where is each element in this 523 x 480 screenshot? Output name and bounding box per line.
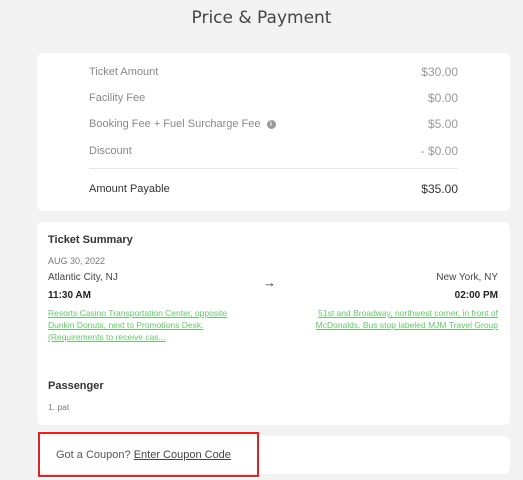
amount-payable-label: Amount Payable [89,183,170,195]
ticket-amount-label: Ticket Amount [89,66,159,78]
amount-payable-value: $35.00 [421,182,458,196]
ticket-amount-row: Ticket Amount $30.00 [89,65,458,79]
amount-payable-row: Amount Payable $35.00 [89,182,458,196]
passenger-title: Passenger [48,380,104,392]
origin-city: Atlantic City, NJ [48,272,118,283]
destination-location-link[interactable]: 51st and Broadway, northwest corner, in … [308,307,498,331]
coupon-question: Got a Coupon? [56,449,131,461]
discount-label: Discount [89,145,132,157]
info-icon[interactable]: i [266,119,276,129]
departure-time: 11:30 AM [48,290,91,301]
page-title: Price & Payment [191,8,332,28]
origin-location-link[interactable]: Resorts Casino Transportation Center, op… [48,307,238,343]
travel-date: AUG 30, 2022 [48,256,106,266]
booking-fee-value: $5.00 [427,117,458,131]
arrow-right-icon: → [263,275,276,290]
ticket-summary-card: Ticket Summary AUG 30, 2022 Atlantic Cit… [37,222,510,425]
booking-fee-label: Booking Fee + Fuel Surcharge Fee [89,118,261,130]
discount-row: Discount - $0.00 [89,144,458,158]
facility-fee-label: Facility Fee [89,92,146,104]
price-card: Ticket Amount $30.00 Facility Fee $0.00 … [37,53,510,211]
booking-fee-row: Booking Fee + Fuel Surcharge Fee i $5.00 [89,117,458,131]
arrival-time: 02:00 PM [454,290,498,301]
discount-value: - $0.00 [420,144,458,158]
facility-fee-value: $0.00 [427,91,458,105]
divider [89,168,458,169]
enter-coupon-code-link[interactable]: Enter Coupon Code [134,449,231,461]
passenger-name: 1. pat [48,402,70,412]
ticket-summary-title: Ticket Summary [48,234,133,246]
ticket-amount-value: $30.00 [421,65,458,79]
coupon-prompt: Got a Coupon? Enter Coupon Code [56,449,231,461]
facility-fee-row: Facility Fee $0.00 [89,91,458,105]
destination-city: New York, NY [436,272,498,283]
